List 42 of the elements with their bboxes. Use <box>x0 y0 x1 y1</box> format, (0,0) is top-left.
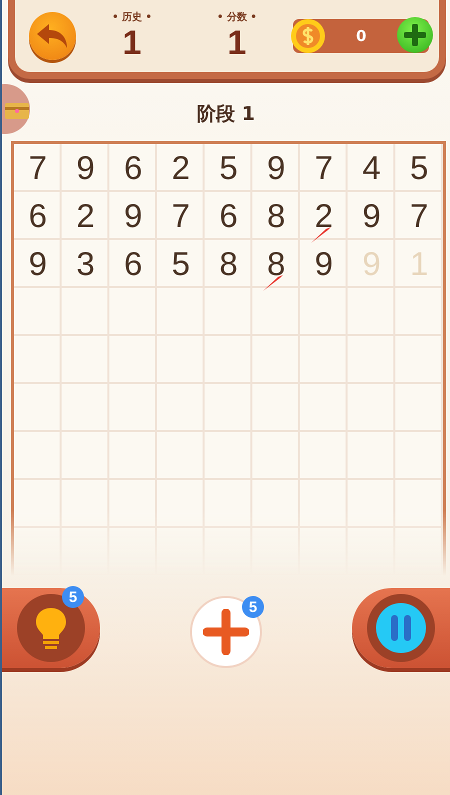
cell-digit[interactable]: 5 <box>219 149 238 187</box>
back-button[interactable] <box>29 12 76 60</box>
cell-digit[interactable]: 3 <box>76 245 95 283</box>
stat-value: 1 <box>122 24 142 62</box>
coin-count: 0 <box>356 27 366 45</box>
cell-digit[interactable]: 8 <box>219 245 238 283</box>
cell-digit[interactable]: 7 <box>28 149 47 187</box>
cell-digit[interactable]: 7 <box>314 149 333 187</box>
stage-title: 阶段 1 <box>197 102 255 127</box>
cell-digit[interactable]: 9 <box>362 197 381 235</box>
cell-digit[interactable]: 7 <box>172 197 190 235</box>
cell-digit[interactable]: 9 <box>314 245 333 283</box>
plus-icon <box>203 609 249 655</box>
stat-label: • 历史 • <box>112 10 152 24</box>
cell-digit[interactable]: 9 <box>76 149 95 187</box>
pause-icon <box>375 602 427 654</box>
count-badge: 5 <box>242 596 264 618</box>
cell-digit[interactable]: 2 <box>76 197 95 235</box>
plus-icon <box>404 24 426 46</box>
add-coins-button[interactable] <box>397 17 433 53</box>
cell-digit[interactable]: 9 <box>28 245 47 283</box>
count-badge: 5 <box>62 586 84 608</box>
cell-digit[interactable]: 2 <box>314 197 333 235</box>
light-bulb-icon <box>34 606 68 650</box>
cell-digit[interactable]: 5 <box>172 245 190 283</box>
cell-digit[interactable]: 9 <box>124 197 142 235</box>
cell-digit[interactable]: 6 <box>124 149 142 187</box>
stat-label: • 分数 • <box>217 10 257 24</box>
back-arrow-icon <box>35 22 70 50</box>
cell-digit[interactable]: 5 <box>410 149 428 187</box>
stat-value: 1 <box>227 24 246 62</box>
cell-digit[interactable]: 6 <box>28 197 47 235</box>
cell-digit[interactable]: 9 <box>266 149 286 187</box>
cell-digit[interactable]: 7 <box>410 197 428 235</box>
cell-digit[interactable]: 8 <box>266 197 286 235</box>
coin-icon <box>289 17 328 55</box>
cell-digit[interactable]: 6 <box>219 197 238 235</box>
cell-digit[interactable]: 8 <box>266 245 286 283</box>
cell-digit[interactable]: 6 <box>124 245 142 283</box>
cell-digit[interactable]: 4 <box>362 149 381 187</box>
pause-button[interactable] <box>352 588 450 668</box>
cell-digit[interactable]: 2 <box>172 149 190 187</box>
